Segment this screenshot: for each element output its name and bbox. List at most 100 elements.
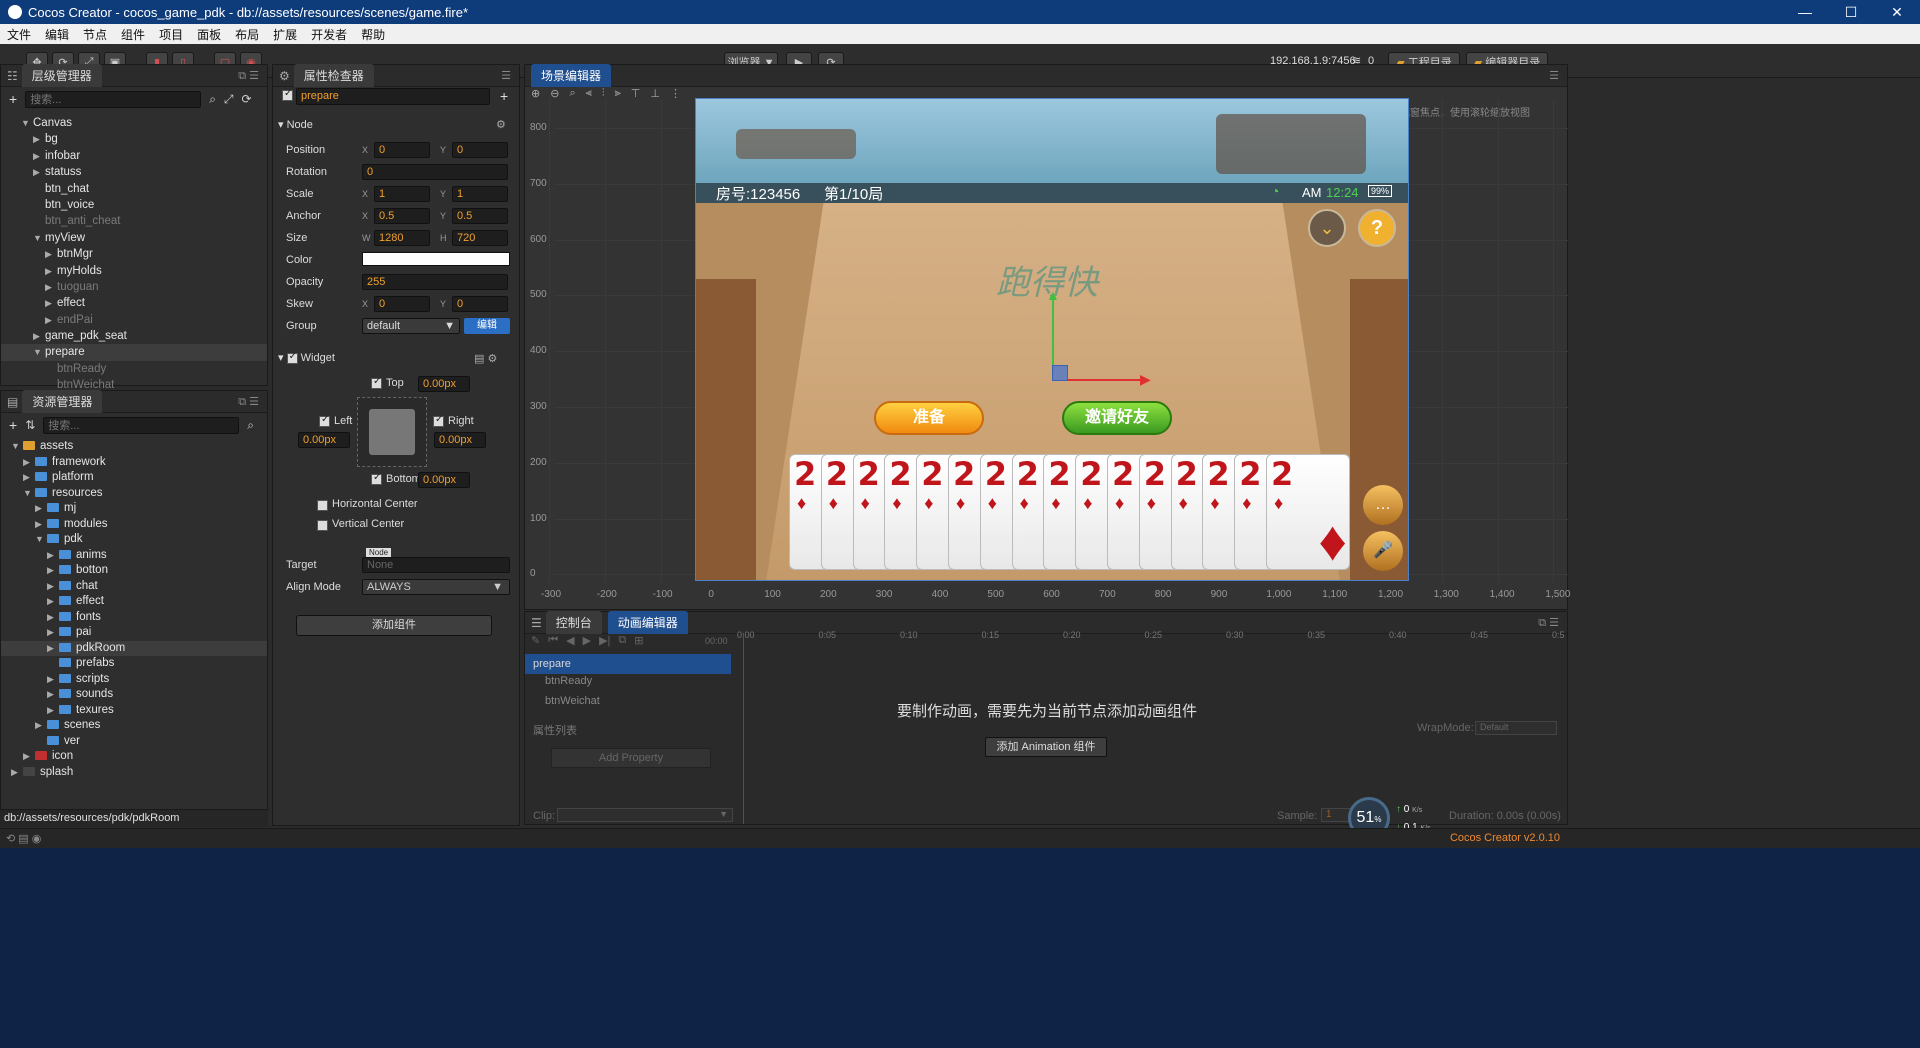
zoom-reset-icon[interactable]: ⌕	[569, 87, 575, 103]
chevron-right-icon[interactable]: ▶	[23, 749, 35, 765]
gizmo-y-axis[interactable]	[1052, 299, 1054, 373]
right-input[interactable]: 0.00px	[434, 432, 486, 448]
asset-item[interactable]: ▶ scenes	[1, 718, 267, 734]
hierarchy-node[interactable]: ▼ myView	[1, 230, 267, 246]
left-checkbox[interactable]	[319, 414, 330, 427]
add-node-icon[interactable]: +	[9, 91, 17, 107]
chevron-right-icon[interactable]: ▶	[47, 563, 59, 579]
first-frame-icon[interactable]: ⏮	[548, 634, 558, 647]
group-select[interactable]: default ▼	[362, 318, 460, 334]
hierarchy-node[interactable]: ▶ myHolds	[1, 263, 267, 279]
anim-time-cursor[interactable]	[743, 634, 744, 824]
wrapmode-select[interactable]: Default	[1475, 721, 1557, 735]
chevron-right-icon[interactable]: ▶	[35, 718, 47, 734]
add-asset-icon[interactable]: +	[9, 417, 17, 433]
align-left-icon[interactable]: ⫷	[586, 87, 592, 103]
chevron-down-icon[interactable]: ▼	[23, 486, 35, 502]
bottom-checkbox[interactable]	[371, 472, 382, 485]
chevron-right-icon[interactable]: ▶	[33, 328, 45, 344]
zoom-out-icon[interactable]: ⊖	[550, 87, 559, 103]
panel-menu-icon[interactable]: ☰	[501, 69, 511, 82]
asset-item[interactable]: ▶ mj	[1, 501, 267, 517]
menu-item[interactable]: 开发者	[304, 26, 354, 43]
asset-item[interactable]: ▶ splash	[1, 765, 267, 781]
hierarchy-node[interactable]: btn_anti_cheat	[1, 213, 267, 229]
asset-item[interactable]: ▶ scripts	[1, 672, 267, 688]
color-swatch[interactable]	[362, 252, 510, 266]
size-w-input[interactable]: 1280	[374, 230, 430, 246]
asset-item[interactable]: ▶ effect	[1, 594, 267, 610]
anchor-y-input[interactable]: 0.5	[452, 208, 508, 224]
panel-menu-icon[interactable]: ☰	[1549, 69, 1559, 82]
gizmo-x-axis[interactable]	[1068, 379, 1148, 381]
hierarchy-node[interactable]: ▶ btnMgr	[1, 246, 267, 262]
menu-item[interactable]: 编辑	[38, 26, 76, 43]
chevron-right-icon[interactable]: ▶	[23, 470, 35, 486]
asset-item[interactable]: ▶ sounds	[1, 687, 267, 703]
asset-item[interactable]: ▶ modules	[1, 517, 267, 533]
menu-item[interactable]: 面板	[190, 26, 228, 43]
skew-y-input[interactable]: 0	[452, 296, 508, 312]
chevron-right-icon[interactable]: ▶	[33, 131, 45, 147]
asset-item[interactable]: ver	[1, 734, 267, 750]
hierarchy-node[interactable]: ▼ Canvas	[1, 115, 267, 131]
hierarchy-node[interactable]: ▶ endPai	[1, 312, 267, 328]
status-icons[interactable]: ⟲ ▤ ◉	[6, 832, 41, 845]
chevron-down-icon[interactable]: ▼	[33, 344, 45, 360]
console-tab[interactable]: 控制台	[545, 611, 602, 634]
chevron-right-icon[interactable]: ▶	[47, 548, 59, 564]
top-input[interactable]: 0.00px	[418, 376, 470, 392]
menu-item[interactable]: 扩展	[266, 26, 304, 43]
hcenter-checkbox[interactable]	[317, 500, 328, 511]
chevron-right-icon[interactable]: ▶	[47, 625, 59, 641]
chevron-right-icon[interactable]: ▶	[47, 610, 59, 626]
chevron-right-icon[interactable]: ▶	[11, 765, 23, 781]
chevron-right-icon[interactable]: ▶	[35, 517, 47, 533]
clip-select[interactable]: ▼	[557, 808, 733, 822]
scale-y-input[interactable]: 1	[452, 186, 508, 202]
right-checkbox[interactable]	[433, 414, 444, 427]
menu-item[interactable]: 帮助	[354, 26, 392, 43]
chevron-right-icon[interactable]: ▶	[45, 263, 57, 279]
anim-node-prepare[interactable]: prepare	[525, 654, 731, 674]
scale-x-input[interactable]: 1	[374, 186, 430, 202]
anim-tab[interactable]: 动画编辑器	[607, 611, 688, 634]
chevron-down-icon[interactable]: ▼	[21, 115, 33, 131]
align-mode-select[interactable]: ALWAYS ▼	[362, 579, 510, 595]
asset-item[interactable]: ▶ chat	[1, 579, 267, 595]
hierarchy-node[interactable]: btn_voice	[1, 197, 267, 213]
rotation-input[interactable]: 0	[362, 164, 508, 180]
asset-item[interactable]: ▼ assets	[1, 439, 267, 455]
menu-item[interactable]: 布局	[228, 26, 266, 43]
top-checkbox[interactable]	[371, 376, 382, 389]
panel-menu-icon[interactable]: ⧉ ☰	[1538, 616, 1559, 630]
node-section-header[interactable]: ▾ Node	[278, 118, 313, 131]
expand-icon[interactable]: ⤢	[224, 92, 234, 107]
asset-item[interactable]: ▶ platform	[1, 470, 267, 486]
book-icon[interactable]: ▤ ⚙	[474, 352, 497, 365]
distribute-icon[interactable]: ⋮	[670, 87, 681, 103]
asset-item[interactable]: ▶ pai	[1, 625, 267, 641]
asset-item[interactable]: ▼ pdk	[1, 532, 267, 548]
next-frame-icon[interactable]: ▶|	[599, 634, 610, 647]
chevron-right-icon[interactable]: ▶	[47, 672, 59, 688]
node-name-input[interactable]: prepare	[296, 88, 490, 105]
widget-enabled-checkbox[interactable]	[286, 351, 298, 364]
skew-x-input[interactable]: 0	[374, 296, 430, 312]
add-component-button[interactable]: 添加组件	[296, 615, 492, 636]
vcenter-checkbox[interactable]	[317, 520, 328, 531]
hierarchy-node[interactable]: ▶ game_pdk_seat	[1, 328, 267, 344]
left-input[interactable]: 0.00px	[298, 432, 350, 448]
add-icon[interactable]: +	[500, 88, 508, 104]
ready-button[interactable]: 准备	[874, 401, 984, 435]
zoom-in-icon[interactable]: ⊕	[531, 87, 540, 103]
hierarchy-node[interactable]: ▶ statuss	[1, 164, 267, 180]
anim-node-btnready[interactable]: btnReady	[545, 675, 592, 687]
chevron-right-icon[interactable]: ▶	[33, 164, 45, 180]
node-active-checkbox[interactable]	[282, 88, 293, 101]
minimize-icon[interactable]: —	[1782, 0, 1828, 24]
add-property-button[interactable]: Add Property	[551, 748, 711, 768]
search-icon[interactable]: ⌕	[247, 418, 254, 433]
assets-title[interactable]: 资源管理器	[22, 390, 103, 413]
help-button[interactable]: ?	[1358, 209, 1396, 247]
